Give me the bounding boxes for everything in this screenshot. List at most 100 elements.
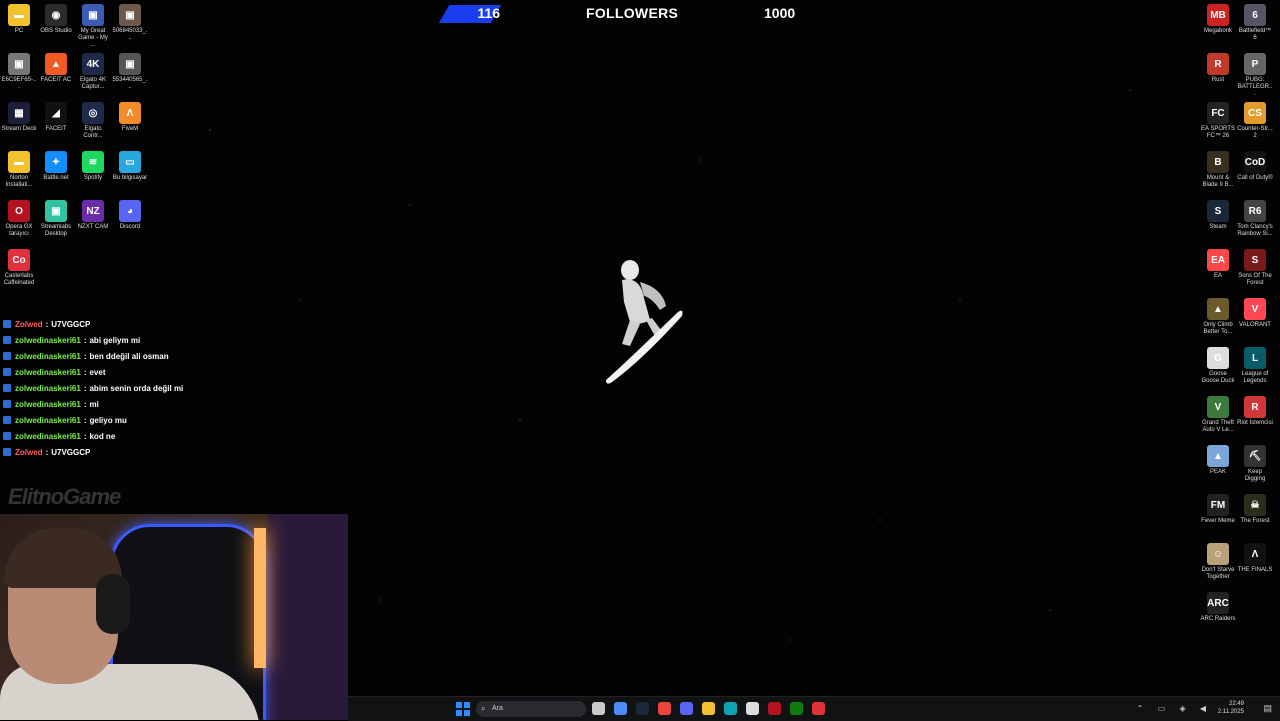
app-icon: Λ	[119, 102, 141, 124]
xbox-taskbar-icon[interactable]	[790, 702, 803, 715]
app-icon: ▲	[1207, 445, 1229, 467]
edge-taskbar-icon[interactable]	[724, 702, 737, 715]
desktop-icon[interactable]: ◉ OBS Studio	[38, 4, 74, 35]
desktop-icon[interactable]: R Rust	[1200, 53, 1236, 84]
headset	[96, 574, 130, 634]
discord-taskbar-icon[interactable]	[680, 702, 693, 715]
chat-badge-icon	[3, 368, 11, 376]
chrome-taskbar-icon[interactable]	[658, 702, 671, 715]
desktop-icon[interactable]: R Riot İstemcisi	[1237, 396, 1273, 427]
desktop-icon[interactable]: ◕ Discord	[112, 200, 148, 231]
desktop-icon[interactable]: MB Megabonk	[1200, 4, 1236, 35]
desktop-icon-label: Streamlabs Desktop	[40, 224, 72, 237]
desktop-icon[interactable]: EA EA	[1200, 249, 1236, 280]
desktop-icon-label: EA SPORTS FC™ 26	[1201, 126, 1235, 139]
desktop-icon[interactable]: R6 Tom Clancy's Rainbow Si...	[1237, 200, 1273, 238]
desktop-icon[interactable]: G Goose Goose Duck	[1200, 347, 1236, 385]
desktop-icon[interactable]: V VALORANT	[1237, 298, 1273, 329]
copilot-taskbar-icon[interactable]	[614, 702, 627, 715]
desktop-icon[interactable]: ▣ 506845033_...	[112, 4, 148, 42]
desktop-icon[interactable]: ▣ 553440565_...	[112, 53, 148, 91]
desktop-icon[interactable]: Co Casterlabs Caffeinated	[1, 249, 37, 287]
chat-message: zolwedinaskeri61: abi geliym mi	[0, 332, 300, 348]
desktop-icon-label: FACEIT AC	[40, 77, 72, 83]
desktop-icon[interactable]: ≋ Spotify	[75, 151, 111, 182]
app-taskbar-icon[interactable]	[812, 702, 825, 715]
desktop-icon-label: Fever Meme	[1201, 518, 1235, 524]
desktop-icon-label: Riot İstemcisi	[1237, 420, 1273, 426]
desktop-icon-label: Don't Starve Together	[1201, 567, 1235, 580]
chat-message: zolwedinaskeri61: kod ne	[0, 428, 300, 444]
desktop-icon[interactable]: O Opera GX tarayıcı	[1, 200, 37, 238]
desktop-icon[interactable]: ▲ PEAK	[1200, 445, 1236, 476]
file-explorer-taskbar-icon[interactable]	[592, 702, 605, 715]
app-icon: ▣	[119, 4, 141, 26]
desktop-icon[interactable]: 4K Elgato 4K Captur...	[75, 53, 111, 91]
desktop-icon[interactable]: ◢ FACEIT	[38, 102, 74, 133]
desktop-icon[interactable]: S Sons Of The Forest	[1237, 249, 1273, 287]
desktop-icon[interactable]: ◎ Elgato Contr...	[75, 102, 111, 140]
chat-message: zolwedinaskeri61: mi	[0, 396, 300, 412]
app-icon: 4K	[82, 53, 104, 75]
desktop-icon-label: FiveM	[121, 126, 139, 132]
chat-text: abi geliym mi	[89, 335, 141, 345]
chat-text: U7VGGCP	[51, 319, 91, 329]
desktop-icon[interactable]: ▣ Streamlabs Desktop	[38, 200, 74, 238]
desktop-icon-label: Mount & Blade II B...	[1202, 175, 1234, 188]
app-icon: V	[1244, 298, 1266, 320]
desktop-icon[interactable]: ☺ Don't Starve Together	[1200, 543, 1236, 581]
desktop-icon[interactable]: ▣ E6C9EF65-...	[1, 53, 37, 91]
search-placeholder: Ara	[492, 705, 503, 712]
chat-text: abim senin orda değil mi	[89, 383, 184, 393]
desktop-icon[interactable]: ▬ Norton Installati...	[1, 151, 37, 189]
desktop-icon[interactable]: L League of Legends	[1237, 347, 1273, 385]
system-tray-icons[interactable]: ⌃ ▭ ◈ ◀	[1137, 704, 1212, 713]
chat-username: zolwedinaskeri61	[15, 383, 81, 393]
clock-time: 22:49	[1228, 701, 1244, 707]
desktop-icon[interactable]: ARC ARC Raiders	[1200, 592, 1236, 623]
opera-taskbar-icon[interactable]	[768, 702, 781, 715]
desktop-icon[interactable]: B Mount & Blade II B...	[1200, 151, 1236, 189]
desktop-icon[interactable]: P PUBG: BATTLEGR...	[1237, 53, 1273, 98]
app-icon: ◉	[45, 4, 67, 26]
steam-taskbar-icon[interactable]	[636, 702, 649, 715]
desktop-icon[interactable]: S Steam	[1200, 200, 1236, 231]
app-icon: FM	[1207, 494, 1229, 516]
desktop-icon[interactable]: FC EA SPORTS FC™ 26	[1200, 102, 1236, 140]
notification-icon[interactable]: ▤	[1263, 703, 1272, 714]
desktop-icon[interactable]: CS Counter-Str... 2	[1237, 102, 1273, 140]
desktop-icon[interactable]: ⛏ Keep Digging	[1237, 445, 1273, 483]
desktop-icon[interactable]: ▲ FACEIT AC	[38, 53, 74, 84]
desktop-icon[interactable]: NZ NZXT CAM	[75, 200, 111, 231]
desktop-icon[interactable]: ▣ My Great Game - My ...	[75, 4, 111, 49]
app-icon: ◕	[119, 200, 141, 222]
desktop-icon-label: THE FINALS	[1237, 567, 1273, 573]
desktop-icon-label: OBS Studio	[40, 28, 72, 34]
desktop-icon[interactable]: 6 Battlefield™ 6	[1237, 4, 1273, 42]
desktop-icon[interactable]: Λ THE FINALS	[1237, 543, 1273, 574]
desktop-icon-label: Megabonk	[1203, 28, 1233, 34]
desktop-icon[interactable]: ✦ Battle.net	[38, 151, 74, 182]
desktop-icon[interactable]: ▭ Bu bilgisayar	[112, 151, 148, 182]
desktop-icon[interactable]: FM Fever Meme	[1200, 494, 1236, 525]
chat-badge-icon	[3, 432, 11, 440]
desktop-icon[interactable]: CoD Call of Duty®	[1237, 151, 1273, 182]
store-taskbar-icon[interactable]	[746, 702, 759, 715]
app-icon: ▬	[8, 151, 30, 173]
desktop-icon-label: NZXT CAM	[77, 224, 109, 230]
webcam-overlay	[0, 514, 348, 720]
desktop-icon[interactable]: V Grand Theft Auto V Le...	[1200, 396, 1236, 434]
desktop-icon[interactable]: ▬ PC	[1, 4, 37, 35]
desktop-icon-label: PUBG: BATTLEGR...	[1237, 77, 1273, 97]
desktop-icon[interactable]: ▦ Stream Deck	[1, 102, 37, 133]
clock[interactable]: 22:49 2.11.2025	[1218, 700, 1244, 716]
start-button[interactable]	[456, 702, 470, 716]
desktop-icon[interactable]: ☠ The Forest	[1237, 494, 1273, 525]
taskbar-search[interactable]: ⌕ Ara	[476, 701, 586, 717]
folder-taskbar-icon[interactable]	[702, 702, 715, 715]
app-icon: ▣	[82, 4, 104, 26]
chat-separator: :	[83, 367, 87, 377]
chat-message: Zolwed: U7VGGCP	[0, 316, 300, 332]
desktop-icon[interactable]: ▲ Only Climb Better To...	[1200, 298, 1236, 336]
desktop-icon[interactable]: Λ FiveM	[112, 102, 148, 133]
